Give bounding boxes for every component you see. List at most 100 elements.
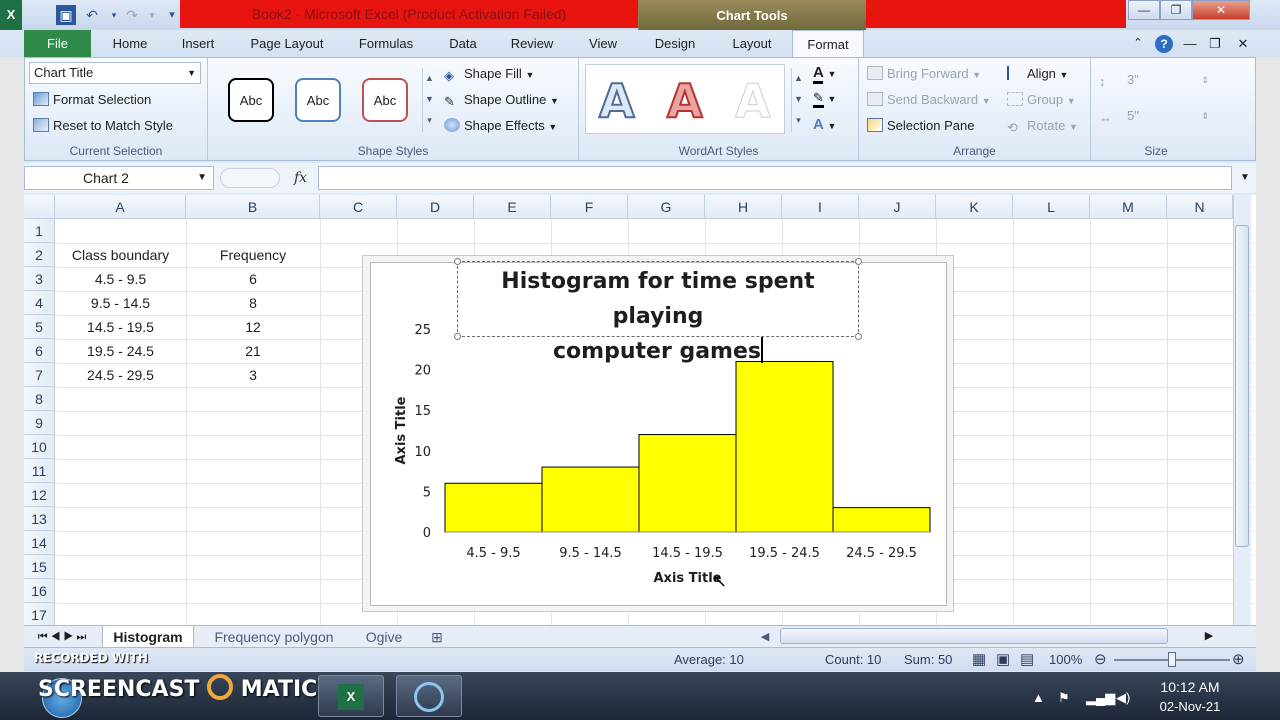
horizontal-scroll-thumb[interactable] [780, 628, 1168, 644]
histogram-bar[interactable] [735, 360, 834, 533]
row-header-4[interactable]: 4 [24, 291, 55, 315]
row-header-17[interactable]: 17 [24, 603, 55, 625]
cell-b7[interactable]: 3 [186, 363, 320, 387]
column-header-a[interactable]: A [55, 195, 186, 219]
row-header-5[interactable]: 5 [24, 315, 55, 339]
zoom-out-icon[interactable]: ⊖ [1094, 648, 1107, 672]
customize-toolbar-icon[interactable]: ▾ [162, 5, 182, 25]
row-header-13[interactable]: 13 [24, 507, 55, 531]
row-header-1[interactable]: 1 [24, 219, 55, 243]
x-tick-label[interactable]: 4.5 - 9.5 [466, 546, 520, 561]
x-tick-label[interactable]: 9.5 - 14.5 [559, 546, 622, 561]
text-outline-button[interactable]: ✎ ▼ [813, 90, 836, 108]
redo-dropdown-icon[interactable]: ▾ [142, 5, 162, 25]
tab-formulas[interactable]: Formulas [348, 30, 424, 57]
clock-date[interactable]: 02-Nov-21 [1140, 699, 1240, 714]
column-header-e[interactable]: E [474, 195, 551, 219]
y-tick-label[interactable]: 15 [414, 404, 431, 419]
bring-forward-button[interactable]: Bring Forward ▼ [867, 66, 981, 81]
chart-element-dropdown[interactable]: Chart Title ▼ [29, 62, 201, 84]
row-header-14[interactable]: 14 [24, 531, 55, 555]
row-header-16[interactable]: 16 [24, 579, 55, 603]
column-header-g[interactable]: G [628, 195, 705, 219]
row-header-7[interactable]: 7 [24, 363, 55, 387]
shape-effects-button[interactable]: Shape Effects ▼ [444, 118, 557, 133]
y-tick-label[interactable]: 10 [414, 445, 431, 460]
clock-time[interactable]: 10:12 AM [1140, 679, 1240, 695]
y-tick-label[interactable]: 20 [414, 364, 431, 379]
formula-splitter[interactable] [220, 168, 280, 188]
excel-app-icon[interactable]: X [0, 0, 22, 30]
column-header-l[interactable]: L [1013, 195, 1090, 219]
x-tick-label[interactable]: 24.5 - 29.5 [846, 546, 917, 561]
tab-home[interactable]: Home [100, 30, 160, 57]
tab-layout[interactable]: Layout [722, 30, 782, 57]
resize-handle[interactable] [454, 258, 461, 265]
y-tick-label[interactable]: 5 [423, 485, 431, 500]
sheet-tab-ogive[interactable]: Ogive [356, 626, 412, 648]
shape-style-sample-2[interactable]: Abc [295, 78, 341, 122]
page-break-view-icon[interactable]: ▤ [1020, 648, 1034, 672]
format-selection-button[interactable]: Format Selection [33, 92, 151, 107]
redo-icon[interactable]: ↷ [122, 5, 142, 25]
resize-handle[interactable] [855, 333, 862, 340]
close-button[interactable]: ✕ [1192, 0, 1250, 20]
column-header-m[interactable]: M [1090, 195, 1167, 219]
wordart-sample-3[interactable]: A [735, 78, 772, 125]
text-effects-button[interactable]: A ▼ [813, 116, 836, 133]
histogram-bar[interactable] [541, 466, 640, 533]
workbook-restore-icon[interactable]: ❐ [1206, 30, 1224, 57]
cell-a7[interactable]: 24.5 - 29.5 [55, 363, 186, 387]
sheet-tab-frequency-polygon[interactable]: Frequency polygon [204, 626, 344, 648]
cell-b3[interactable]: 6 [186, 267, 320, 291]
zoom-in-icon[interactable]: ⊕ [1232, 648, 1245, 672]
workbook-minimize-icon[interactable]: — [1182, 30, 1198, 57]
zoom-level[interactable]: 100% [1049, 648, 1082, 672]
y-axis-title[interactable]: Axis Title [394, 396, 409, 464]
column-header-f[interactable]: F [551, 195, 628, 219]
wordart-sample-1[interactable]: A [598, 77, 636, 125]
tab-file[interactable]: File [24, 30, 91, 57]
tray-expand-icon[interactable]: ▲ [1032, 690, 1045, 705]
column-header-d[interactable]: D [397, 195, 474, 219]
histogram-bar[interactable] [638, 434, 737, 533]
tab-data[interactable]: Data [440, 30, 486, 57]
row-header-6[interactable]: 6 [24, 339, 55, 363]
hscroll-left-icon[interactable]: ◀ [750, 626, 780, 648]
sheet-nav-icons[interactable]: ⏮ ◀ ▶ ⏭ [28, 626, 96, 648]
row-header-12[interactable]: 12 [24, 483, 55, 507]
tab-insert[interactable]: Insert [170, 30, 226, 57]
help-icon[interactable]: ? [1154, 30, 1174, 57]
workbook-close-icon[interactable]: ✕ [1234, 30, 1252, 57]
formula-input[interactable] [318, 166, 1232, 190]
column-header-i[interactable]: I [782, 195, 859, 219]
row-header-2[interactable]: 2 [24, 243, 55, 267]
column-header-j[interactable]: J [859, 195, 936, 219]
undo-icon[interactable]: ↶ [82, 5, 102, 25]
histogram-bar[interactable] [444, 482, 543, 533]
cell-a4[interactable]: 9.5 - 14.5 [55, 291, 186, 315]
tab-format[interactable]: Format [792, 30, 864, 57]
ribbon-collapse-icon[interactable]: ⌃ [1130, 30, 1146, 57]
x-tick-label[interactable]: 19.5 - 24.5 [749, 546, 820, 561]
shape-height-input[interactable]: 3" ⇕ [1099, 70, 1213, 92]
undo-dropdown-icon[interactable]: ▾ [104, 5, 124, 25]
chart-title[interactable]: Histogram for time spent playing compute… [457, 264, 859, 369]
cell-b4[interactable]: 8 [186, 291, 320, 315]
y-tick-label[interactable]: 25 [414, 323, 431, 338]
row-header-3[interactable]: 3 [24, 267, 55, 291]
shape-style-sample-1[interactable]: Abc [228, 78, 274, 122]
reset-style-button[interactable]: Reset to Match Style [33, 118, 173, 133]
x-tick-label[interactable]: 14.5 - 19.5 [652, 546, 723, 561]
histogram-bar[interactable] [832, 507, 931, 533]
wordart-scroll[interactable]: ▲ ▼ ▾ [791, 68, 805, 132]
resize-handle[interactable] [454, 333, 461, 340]
network-icon[interactable]: ▂▄▆ [1086, 690, 1115, 706]
cell-a3[interactable]: 4.5 - 9.5 [55, 267, 186, 291]
column-header-n[interactable]: N [1167, 195, 1233, 219]
cell-b6[interactable]: 21 [186, 339, 320, 363]
tab-design[interactable]: Design [644, 30, 706, 57]
taskbar-excel[interactable]: X [318, 675, 384, 717]
row-header-11[interactable]: 11 [24, 459, 55, 483]
column-header-h[interactable]: H [705, 195, 782, 219]
